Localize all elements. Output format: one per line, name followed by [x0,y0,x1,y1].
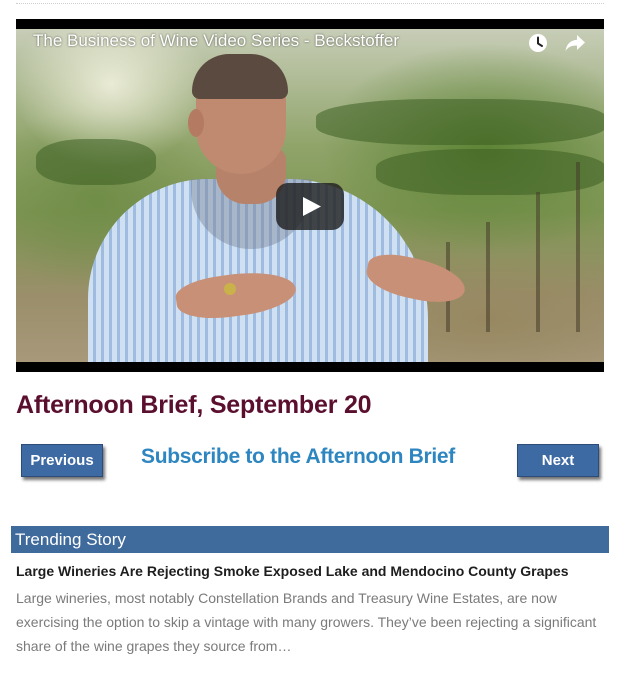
share-icon[interactable] [564,33,586,53]
vine-post [486,222,490,332]
trending-story-title[interactable]: Large Wineries Are Rejecting Smoke Expos… [16,563,569,579]
trending-story-excerpt: Large wineries, most notably Constellati… [16,590,597,654]
play-icon [303,197,321,216]
page-title: Afternoon Brief, September 20 [16,391,372,419]
person-ear [188,109,204,137]
top-divider [16,3,604,4]
next-button[interactable]: Next [517,444,599,477]
vine-post [536,192,540,332]
subscribe-link[interactable]: Subscribe to the Afternoon Brief [141,445,455,469]
video-thumbnail[interactable] [16,29,604,362]
vineyard-foliage [316,99,604,145]
person-hair [192,54,288,99]
trending-heading: Trending Story [11,526,609,553]
vineyard-foliage [36,139,156,185]
video-player[interactable]: The Business of Wine Video Series - Beck… [16,19,604,372]
ring [224,283,236,295]
play-button[interactable] [276,183,344,230]
video-title[interactable]: The Business of Wine Video Series - Beck… [33,31,399,51]
vineyard-foliage [376,149,604,195]
watch-later-icon[interactable] [528,33,548,53]
previous-button[interactable]: Previous [21,444,103,477]
vine-post [576,162,580,332]
